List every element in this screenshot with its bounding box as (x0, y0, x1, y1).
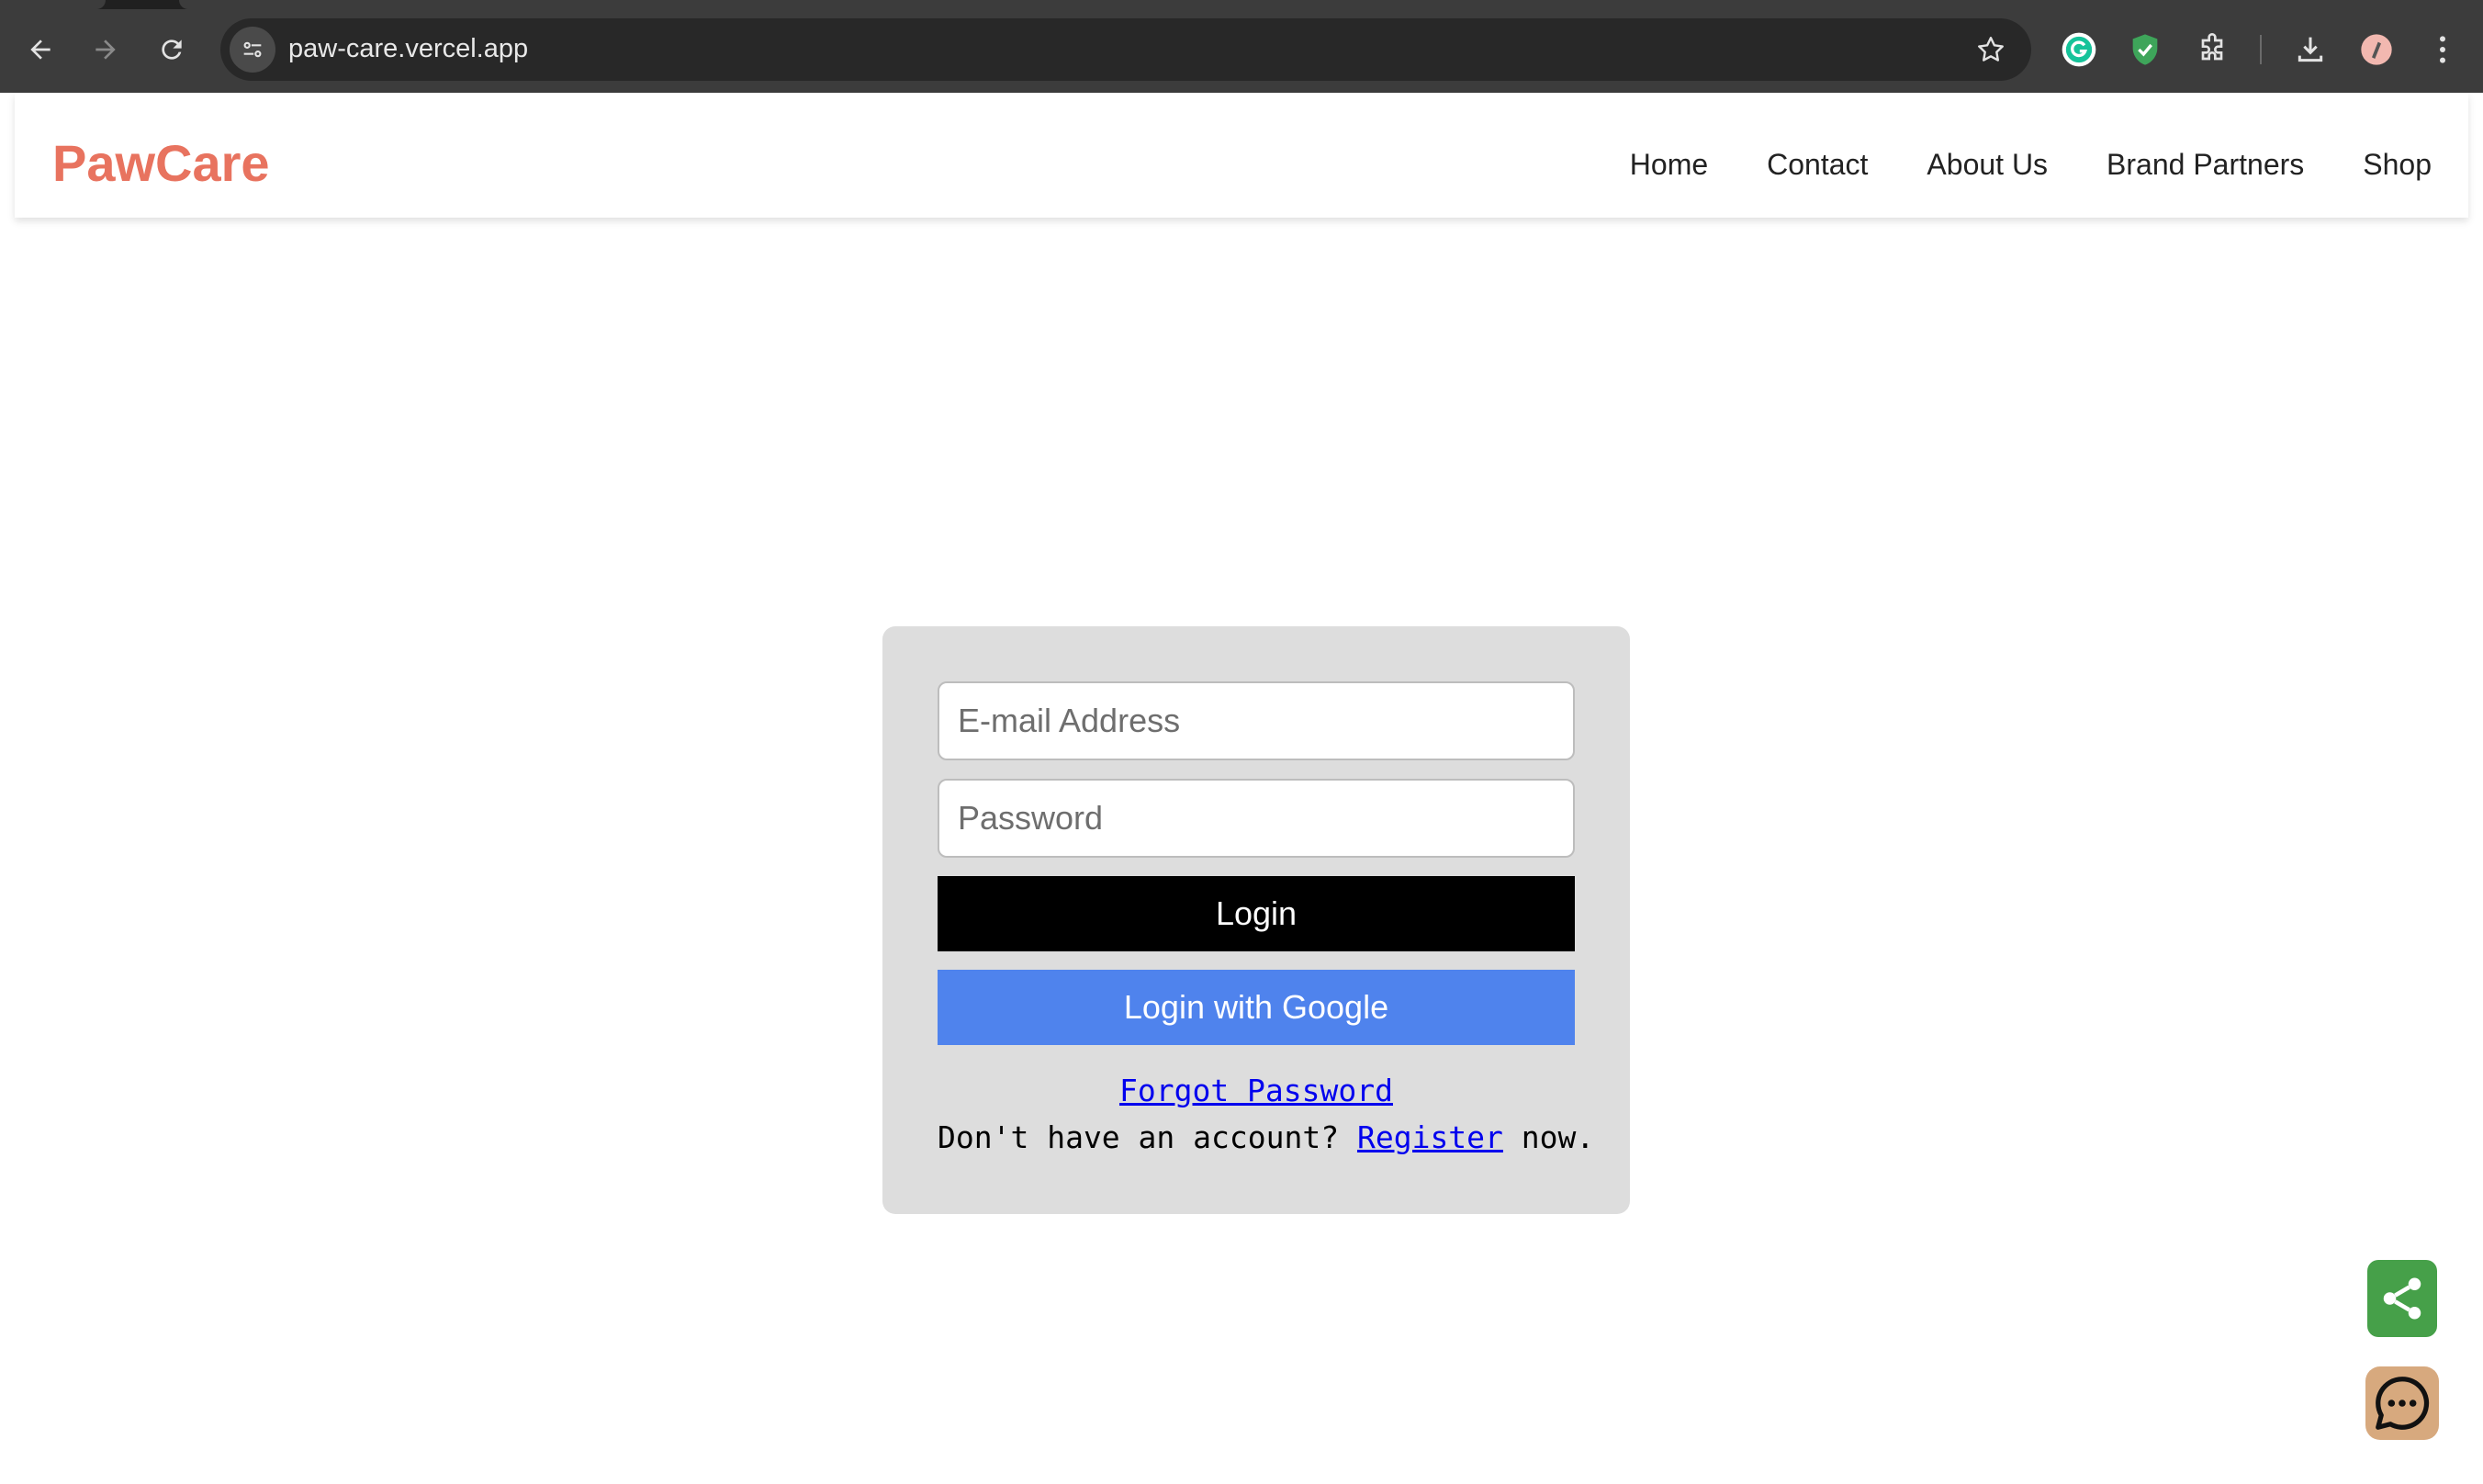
tab-edge (0, 0, 106, 9)
site-header: PawCare Home Contact About Us Brand Part… (15, 93, 2468, 218)
url-text[interactable]: paw-care.vercel.app (288, 34, 528, 64)
forgot-password-link[interactable]: Forgot Password (1119, 1073, 1393, 1108)
puzzle-icon (2201, 33, 2223, 61)
logo[interactable]: PawCare (52, 133, 270, 193)
grammarly-extension[interactable] (2057, 28, 2101, 72)
nav-contact[interactable]: Contact (1767, 148, 1868, 182)
login-button[interactable]: Login (938, 876, 1575, 951)
shield-icon (2132, 34, 2158, 65)
register-prefix: Don't have an account? (938, 1119, 1357, 1155)
tab-edge (179, 0, 2483, 9)
email-field[interactable] (938, 681, 1575, 760)
share-button[interactable] (2367, 1260, 2437, 1337)
avatar (2361, 34, 2392, 65)
back-button[interactable] (17, 26, 64, 73)
google-login-button[interactable]: Login with Google (938, 970, 1575, 1045)
tune-icon (243, 41, 262, 58)
reload-button[interactable] (148, 26, 196, 73)
grammarly-icon (2062, 32, 2096, 67)
password-field[interactable] (938, 779, 1575, 858)
downloads-button[interactable] (2288, 28, 2332, 72)
register-suffix: now. (1502, 1119, 1595, 1155)
forward-arrow-icon (96, 39, 116, 60)
nav-shop[interactable]: Shop (2363, 148, 2432, 182)
shield-extension[interactable] (2123, 28, 2167, 72)
back-arrow-icon (30, 39, 51, 60)
download-icon (2298, 37, 2323, 62)
address-bar[interactable]: paw-care.vercel.app (220, 18, 2031, 81)
nav-about-us[interactable]: About Us (1927, 148, 2048, 182)
forward-button[interactable] (82, 26, 129, 73)
tab-strip (0, 0, 2483, 9)
main-nav: Home Contact About Us Brand Partners Sho… (1630, 148, 2432, 182)
browser-menu-button[interactable] (2421, 28, 2465, 72)
register-prompt: Don't have an account? Register now. (938, 1119, 1594, 1155)
nav-home[interactable]: Home (1630, 148, 1708, 182)
kebab-menu-icon (2440, 36, 2445, 63)
chat-icon (2376, 1377, 2430, 1430)
register-link[interactable]: Register (1357, 1119, 1503, 1155)
share-icon (2383, 1277, 2421, 1320)
nav-brand-partners[interactable]: Brand Partners (2107, 148, 2304, 182)
extensions-button[interactable] (2190, 28, 2234, 72)
chat-button[interactable] (2365, 1366, 2439, 1440)
star-icon[interactable] (1974, 33, 2007, 66)
site-info-button[interactable] (230, 27, 275, 73)
toolbar-divider (2260, 35, 2262, 64)
login-card: Login Login with Google Forgot Password … (882, 626, 1630, 1214)
profile-button[interactable] (2354, 28, 2399, 72)
browser-toolbar: paw-care.vercel.app (0, 0, 2483, 93)
forgot-password-row: Forgot Password (882, 1073, 1630, 1108)
reload-icon (162, 39, 182, 60)
